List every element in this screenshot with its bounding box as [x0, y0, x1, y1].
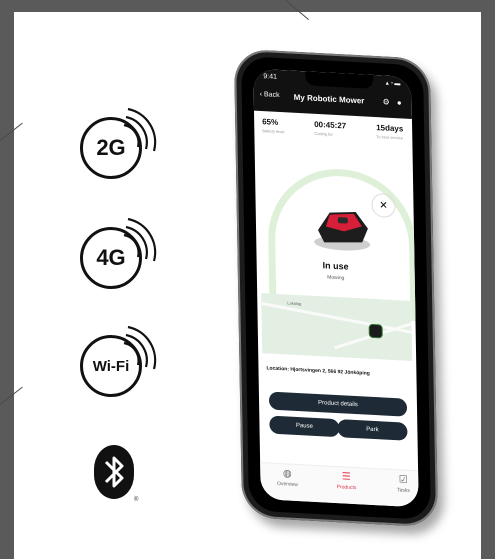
- signal-waves-icon: [123, 217, 157, 262]
- screen-title: My Robotic Mower: [293, 92, 365, 106]
- robotic-mower-image: [314, 212, 371, 251]
- signal-waves-icon: [123, 325, 157, 370]
- stat-service: 15days To next service: [376, 123, 403, 140]
- bluetooth-badge: ®: [92, 443, 139, 507]
- stat-service-caption: To next service: [376, 134, 404, 141]
- tab-overview-label: Overview: [277, 480, 298, 489]
- status-time: 9:41: [263, 73, 278, 81]
- app-screen: 9:41 ▴◔▬ ‹ Back My Robotic Mower ⚙ ● 65%…: [253, 68, 419, 508]
- registered-mark: ®: [134, 497, 139, 503]
- bluetooth-icon: [94, 445, 134, 499]
- decor-line-left-lower: [0, 386, 23, 405]
- connectivity-4g-badge: 4G: [80, 217, 180, 297]
- stat-cutting-time: 00:45:27 Cutting for: [314, 120, 346, 138]
- decor-line-left-upper: [0, 122, 23, 141]
- stat-service-value: 15days: [376, 123, 404, 134]
- pause-button[interactable]: Pause: [269, 415, 340, 438]
- list-icon: ☰: [341, 471, 351, 483]
- park-button[interactable]: Park: [337, 419, 408, 441]
- info-icon[interactable]: ●: [397, 98, 402, 107]
- stat-battery-value: 65%: [262, 117, 279, 127]
- phone-mockup: 9:41 ▴◔▬ ‹ Back My Robotic Mower ⚙ ● 65%…: [233, 48, 439, 528]
- stat-battery: 65% Battery level: [262, 117, 284, 134]
- stats-row: 65% Battery level 00:45:27 Cutting for 1…: [254, 113, 413, 161]
- signal-waves-icon: [123, 107, 157, 152]
- map-place-label: Lokalag: [287, 300, 302, 307]
- checkbox-icon: ☑: [398, 474, 408, 486]
- connectivity-wifi-badge: Wi-Fi: [80, 325, 180, 405]
- tab-tasks-label: Tasks: [397, 487, 410, 494]
- tab-products[interactable]: ☰ Products: [321, 470, 371, 492]
- stat-battery-caption: Battery level: [262, 128, 285, 135]
- connectivity-2g-badge: 2G: [80, 107, 180, 187]
- settings-gear-icon[interactable]: ⚙: [382, 97, 389, 106]
- phone-bezel: 9:41 ▴◔▬ ‹ Back My Robotic Mower ⚙ ● 65%…: [241, 55, 431, 521]
- tab-bar: ◍ Overview ☰ Products ☑ Tasks: [260, 462, 419, 508]
- decor-line-top: [285, 0, 309, 21]
- product-details-button[interactable]: Product details: [268, 391, 408, 417]
- phone-notch: [305, 71, 374, 89]
- stat-cutting-caption: Cutting for: [314, 130, 333, 137]
- location-map[interactable]: Lokalag: [261, 293, 413, 362]
- back-button[interactable]: ‹ Back: [260, 91, 280, 99]
- status-icons: ▴◔▬: [385, 80, 402, 88]
- location-text: Location: Hjortsvingen 2, 566 92 Jönköpi…: [266, 365, 370, 377]
- tab-tasks[interactable]: ☑ Tasks: [378, 473, 419, 495]
- globe-icon: ◍: [282, 468, 292, 480]
- back-label: Back: [263, 91, 280, 100]
- app-header: 9:41 ▴◔▬ ‹ Back My Robotic Mower ⚙ ●: [253, 68, 412, 119]
- stat-cutting-value: 00:45:27: [314, 119, 347, 131]
- mower-location-marker[interactable]: [369, 324, 382, 338]
- tab-products-label: Products: [336, 484, 357, 492]
- product-card: 2G 4G Wi-Fi ® 9:41 ▴◔▬ ‹ Back My Robotic…: [0, 0, 481, 559]
- tab-overview[interactable]: ◍ Overview: [262, 467, 312, 489]
